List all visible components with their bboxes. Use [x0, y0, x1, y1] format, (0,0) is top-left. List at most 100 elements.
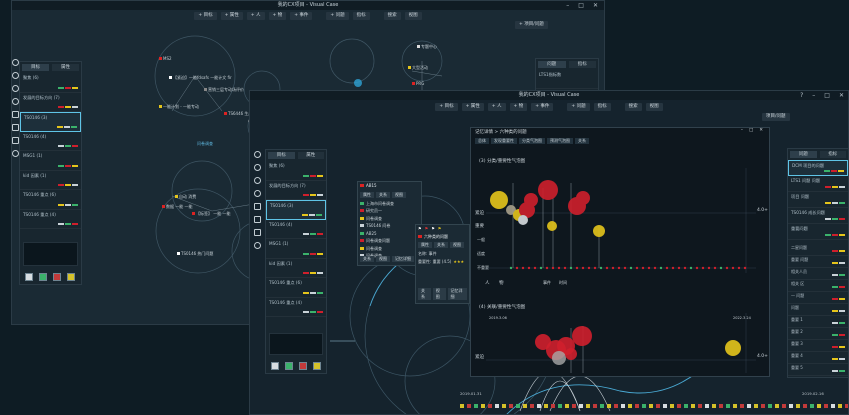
back-node[interactable]: 【标签】 一能 一能: [192, 211, 231, 217]
back-node[interactable]: MS2: [159, 56, 172, 61]
front-tab-issue[interactable]: 问题: [790, 151, 817, 158]
timeline-marker[interactable]: [551, 404, 555, 408]
front-tab-goal[interactable]: 目标: [268, 152, 295, 159]
list-item[interactable]: TS0146 重点 (4): [20, 210, 81, 229]
back-node[interactable]: 数据 一能 一能: [162, 204, 193, 210]
user-icon[interactable]: [12, 150, 19, 157]
timeline-marker[interactable]: [558, 404, 562, 408]
right-list-item[interactable]: 重要 3: [788, 340, 848, 352]
timeline-marker[interactable]: [824, 404, 828, 408]
timeline-marker[interactable]: [747, 404, 751, 408]
right-list-item[interactable]: 重要 1: [788, 316, 848, 328]
back-node[interactable]: 自动 消费: [175, 194, 196, 200]
list-item[interactable]: kid 因素 (1): [20, 171, 81, 190]
timeline-marker[interactable]: [691, 404, 695, 408]
front-tab-metric[interactable]: 指标: [819, 151, 846, 158]
timeline-marker[interactable]: [663, 404, 667, 408]
timeline-marker[interactable]: [768, 404, 772, 408]
popup-a-tab[interactable]: 视图: [392, 191, 406, 198]
right-list-item[interactable]: 重要 4: [788, 352, 848, 364]
right-list-item[interactable]: 重要 5: [788, 364, 848, 376]
timeline-marker[interactable]: [467, 404, 471, 408]
flag-icon[interactable]: ⚑: [431, 225, 435, 233]
back-node[interactable]: 问卷调查: [197, 141, 213, 147]
timeline-marker[interactable]: [761, 404, 765, 408]
timeline-marker[interactable]: [635, 404, 639, 408]
right-list-item[interactable]: 相关 区: [788, 280, 848, 292]
right-list-item[interactable]: 一 问题: [788, 292, 848, 304]
right-list-item[interactable]: 二星问题: [788, 244, 848, 256]
front-tab-attr[interactable]: 属性: [297, 152, 324, 159]
timeline-marker[interactable]: [460, 404, 464, 408]
target-icon[interactable]: [254, 164, 261, 171]
user-icon[interactable]: [254, 242, 261, 249]
back-tab-attr[interactable]: 属性: [52, 64, 79, 71]
swatch[interactable]: [285, 362, 293, 370]
list-item[interactable]: LTS1 问题 问题: [788, 176, 848, 192]
timeline-marker[interactable]: [628, 404, 632, 408]
timeline-marker[interactable]: [817, 404, 821, 408]
popup-b-btn[interactable]: 记忆详细: [447, 288, 467, 300]
list-item[interactable]: TS0146 重点 (6): [266, 278, 326, 298]
timeline-marker[interactable]: [593, 404, 597, 408]
list-item[interactable]: kid 因素 (1): [266, 259, 326, 278]
popup-b-tab[interactable]: 属性: [418, 242, 432, 248]
popup-a-item[interactable]: TS0146 问卷: [358, 222, 421, 230]
list-item[interactable]: TS0146 重点 (6): [20, 190, 81, 210]
timeline-marker[interactable]: [474, 404, 478, 408]
back-tab-goal[interactable]: 目标: [22, 64, 49, 71]
gear-icon[interactable]: [254, 151, 261, 158]
timeline-marker[interactable]: [579, 404, 583, 408]
list-item[interactable]: MSG1 (1): [266, 239, 326, 259]
flag-icon[interactable]: ⚑: [418, 225, 422, 233]
timeline-marker[interactable]: [523, 404, 527, 408]
swatch[interactable]: [313, 362, 321, 370]
timeline-marker[interactable]: [775, 404, 779, 408]
layers-icon[interactable]: [12, 111, 19, 118]
timeline-marker[interactable]: [845, 404, 848, 408]
timeline-marker[interactable]: [838, 404, 842, 408]
timeline-marker[interactable]: [782, 404, 786, 408]
right-list-item[interactable]: 问题: [788, 304, 848, 316]
timeline-marker[interactable]: [649, 404, 653, 408]
popup-a-item[interactable]: 问卷调查: [358, 215, 421, 223]
timeline-marker[interactable]: [516, 404, 520, 408]
timeline-marker[interactable]: [810, 404, 814, 408]
timeline-marker[interactable]: [733, 404, 737, 408]
timeline-marker[interactable]: [488, 404, 492, 408]
popup-a-btn[interactable]: 记忆详细: [392, 256, 414, 262]
timeline-marker[interactable]: [481, 404, 485, 408]
chart-icon[interactable]: [12, 124, 19, 131]
back-node[interactable]: 专题中心: [417, 44, 437, 50]
list-item[interactable]: TS0146 成长问题: [788, 208, 848, 224]
list-item[interactable]: 发展的目标方向 (7): [266, 181, 326, 200]
right-list-item[interactable]: 重要 问题: [788, 256, 848, 268]
timeline-marker[interactable]: [796, 404, 800, 408]
gear-icon[interactable]: [12, 59, 19, 66]
swatch[interactable]: [299, 362, 307, 370]
timeline-marker[interactable]: [705, 404, 709, 408]
swatch[interactable]: [39, 273, 47, 281]
swatch[interactable]: [67, 273, 75, 281]
list-item[interactable]: TS0146 (4): [20, 132, 81, 151]
timeline-marker[interactable]: [789, 404, 793, 408]
timeline-marker[interactable]: [607, 404, 611, 408]
tools-icon[interactable]: [254, 229, 261, 236]
back-node[interactable]: TS0146 热门问题: [177, 251, 213, 257]
back-node[interactable]: 营销三层专动场评价: [204, 87, 244, 93]
timeline-marker[interactable]: [719, 404, 723, 408]
back-tab-issue[interactable]: 问题: [538, 61, 566, 68]
timeline-marker[interactable]: [502, 404, 506, 408]
timeline-marker[interactable]: [656, 404, 660, 408]
timeline-marker[interactable]: [530, 404, 534, 408]
popup-b-btn[interactable]: 视图: [432, 288, 446, 300]
flag-icon[interactable]: ⚑: [425, 225, 429, 233]
popup-a-btn[interactable]: 视图: [376, 256, 390, 262]
timeline-marker[interactable]: [831, 404, 835, 408]
timeline-marker[interactable]: [740, 404, 744, 408]
clock-icon[interactable]: [254, 177, 261, 184]
timeline-marker[interactable]: [565, 404, 569, 408]
timeline-marker[interactable]: [614, 404, 618, 408]
search-icon[interactable]: [254, 190, 261, 197]
list-item[interactable]: MSG1 (1): [20, 151, 81, 171]
